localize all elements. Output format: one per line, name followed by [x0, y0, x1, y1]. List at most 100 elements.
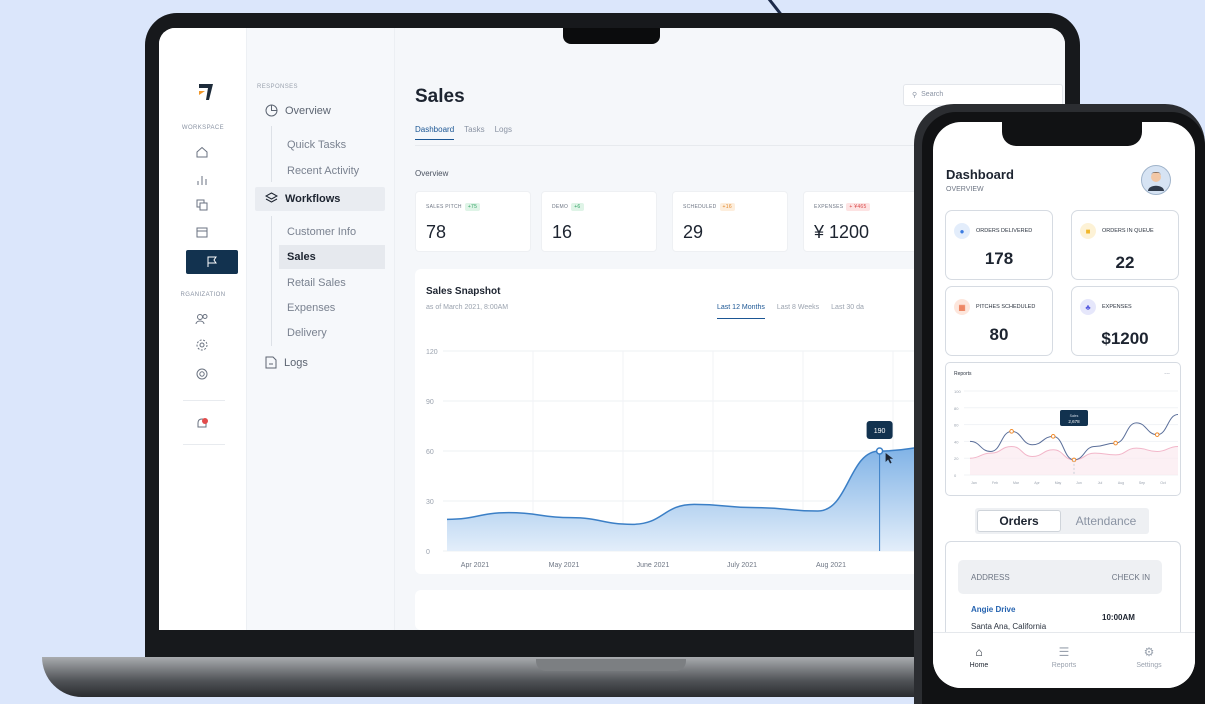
- page-title: Sales: [415, 86, 465, 107]
- file-icon: [265, 356, 277, 369]
- rail-divider: [183, 444, 225, 445]
- tab-tasks[interactable]: Tasks: [464, 125, 484, 140]
- nav-item-customer-info[interactable]: Customer Info: [287, 226, 356, 238]
- x-tick-label: Apr 2021: [461, 562, 490, 569]
- nav-item-retail-sales[interactable]: Retail Sales: [287, 277, 346, 289]
- stat-card-sales-pitch: SALES PITCH +75 78: [415, 191, 531, 252]
- organization-label: RGANIZATION: [180, 292, 226, 298]
- tab-label: Reports: [1051, 662, 1077, 669]
- x-tick-label: Sep: [1139, 481, 1145, 485]
- stat-card-orders-in-queue: ■ ORDERS IN QUEUE 22: [1071, 210, 1179, 280]
- bottom-tab-bar: ⌂ Home ☰ Reports ⚙ Settings: [933, 632, 1195, 688]
- search-icon: ⚲: [912, 92, 918, 99]
- phone-page-title: Dashboard: [946, 167, 1014, 182]
- data-point: [1050, 434, 1056, 439]
- laptop-base-notch: [536, 659, 686, 671]
- tab-reports[interactable]: ☰ Reports: [1034, 645, 1094, 669]
- data-point: [1154, 432, 1160, 437]
- x-tick-label: Feb: [992, 481, 998, 485]
- tab-logs[interactable]: Logs: [495, 125, 512, 140]
- phone-screen: Dashboard OVERVIEW ● ORDERS DELIVERED 178…: [933, 122, 1195, 688]
- stat-value: ¥ 1200: [814, 222, 870, 242]
- stat-value: 178: [984, 249, 1014, 268]
- phone-notch: [1002, 120, 1142, 146]
- segment-attendance[interactable]: Attendance: [1065, 510, 1147, 532]
- user-avatar-icon: [1148, 172, 1164, 191]
- bell-icon[interactable]: [191, 414, 213, 434]
- nav-item-expenses[interactable]: Expenses: [287, 302, 335, 314]
- x-tick-label: Jan: [971, 481, 977, 485]
- nav-item-workflows[interactable]: Workflows: [265, 192, 340, 205]
- reports-line-chart: 0 20 40 60 80 100 Sales2,678 Jan Feb Mar Apr May Jun…: [954, 389, 1179, 485]
- calendar-icon: ▦: [954, 299, 970, 315]
- settings-icon[interactable]: [191, 335, 213, 355]
- x-tick-label: Apr: [1034, 481, 1040, 485]
- x-tick-label: Mar: [1013, 481, 1020, 485]
- nav-divider: [271, 216, 272, 346]
- y-tick-label: 30: [426, 499, 434, 506]
- y-tick-label: 40: [954, 439, 959, 444]
- nav-item-label: Overview: [285, 104, 331, 117]
- gear-icon: ⚙: [1143, 645, 1155, 659]
- y-tick-label: 60: [426, 449, 434, 456]
- search-input[interactable]: ⚲ Search: [903, 84, 1063, 106]
- stat-label: SCHEDULED: [683, 204, 717, 210]
- stat-value: 78: [426, 222, 447, 242]
- stat-card-scheduled: SCHEDULED +16 29: [672, 191, 788, 252]
- tab-dashboard[interactable]: Dashboard: [415, 125, 455, 140]
- nav-section-label: RESPONSES: [257, 84, 298, 90]
- nav-item-delivery[interactable]: Delivery: [287, 327, 327, 339]
- nav-item-sales[interactable]: Sales: [279, 245, 385, 269]
- tab-label: Settings: [1136, 662, 1162, 669]
- page-tabs: Dashboard Tasks Logs: [415, 125, 512, 140]
- column-address: ADDRESS: [971, 573, 1010, 582]
- flag-icon[interactable]: [186, 250, 238, 274]
- avatar[interactable]: [1141, 165, 1171, 195]
- stat-value: $1200: [1101, 329, 1149, 348]
- column-check-in: CHECK IN: [1111, 573, 1150, 582]
- nav-item-logs[interactable]: Logs: [265, 356, 308, 369]
- overview-label: Overview: [415, 169, 449, 178]
- nav-item-recent-activity[interactable]: Recent Activity: [287, 165, 359, 177]
- y-tick-label: 100: [954, 389, 961, 394]
- order-address-link[interactable]: Angie Drive: [971, 605, 1015, 614]
- nav-item-quick-tasks[interactable]: Quick Tasks: [287, 139, 346, 151]
- support-icon[interactable]: [191, 364, 213, 384]
- y-tick-label: 0: [954, 473, 957, 478]
- nav-item-overview[interactable]: Overview: [265, 104, 331, 117]
- workspace-label: WORKSPACE: [181, 125, 225, 131]
- tab-home[interactable]: ⌂ Home: [949, 645, 1009, 669]
- x-tick-label: Jul: [1098, 481, 1103, 485]
- tab-settings[interactable]: ⚙ Settings: [1119, 645, 1179, 669]
- chart-icon[interactable]: [191, 170, 213, 190]
- stat-value: 22: [1115, 253, 1135, 272]
- calendar-icon[interactable]: [191, 222, 213, 242]
- clock-icon: [265, 104, 278, 117]
- search-placeholder: Search: [921, 91, 944, 98]
- stat-label: EXPENSES: [814, 204, 844, 210]
- segment-orders[interactable]: Orders: [977, 510, 1061, 532]
- stat-card-demo: DEMO +6 16: [541, 191, 657, 252]
- home-icon: ⌂: [975, 645, 983, 659]
- copy-icon[interactable]: [191, 195, 213, 215]
- stat-label: SALES PITCH: [426, 204, 462, 210]
- data-point: [1113, 440, 1118, 446]
- x-tick-label: Aug 2021: [816, 562, 846, 569]
- home-icon[interactable]: [191, 142, 213, 162]
- rail-divider: [183, 400, 225, 401]
- laptop-camera-notch: [563, 28, 660, 44]
- x-tick-label: Aug: [1118, 481, 1124, 485]
- headset-icon: ●: [954, 223, 970, 239]
- stat-value: 80: [989, 325, 1009, 344]
- nav-item-label: Logs: [284, 356, 308, 369]
- x-tick-label: July 2021: [727, 562, 757, 569]
- y-tick-label: 80: [954, 406, 959, 411]
- stat-label: ORDERS IN QUEUE: [1102, 228, 1154, 234]
- list-icon: ☰: [1058, 645, 1070, 659]
- users-icon[interactable]: [191, 309, 213, 329]
- segmented-control: Orders Attendance: [975, 508, 1149, 534]
- tooltip-label: Sales: [1070, 414, 1079, 418]
- stat-value: 16: [552, 222, 573, 242]
- nav-item-label: Workflows: [285, 192, 341, 205]
- nav-panel: RESPONSES Overview Quick Tasks Recent Ac…: [247, 28, 395, 630]
